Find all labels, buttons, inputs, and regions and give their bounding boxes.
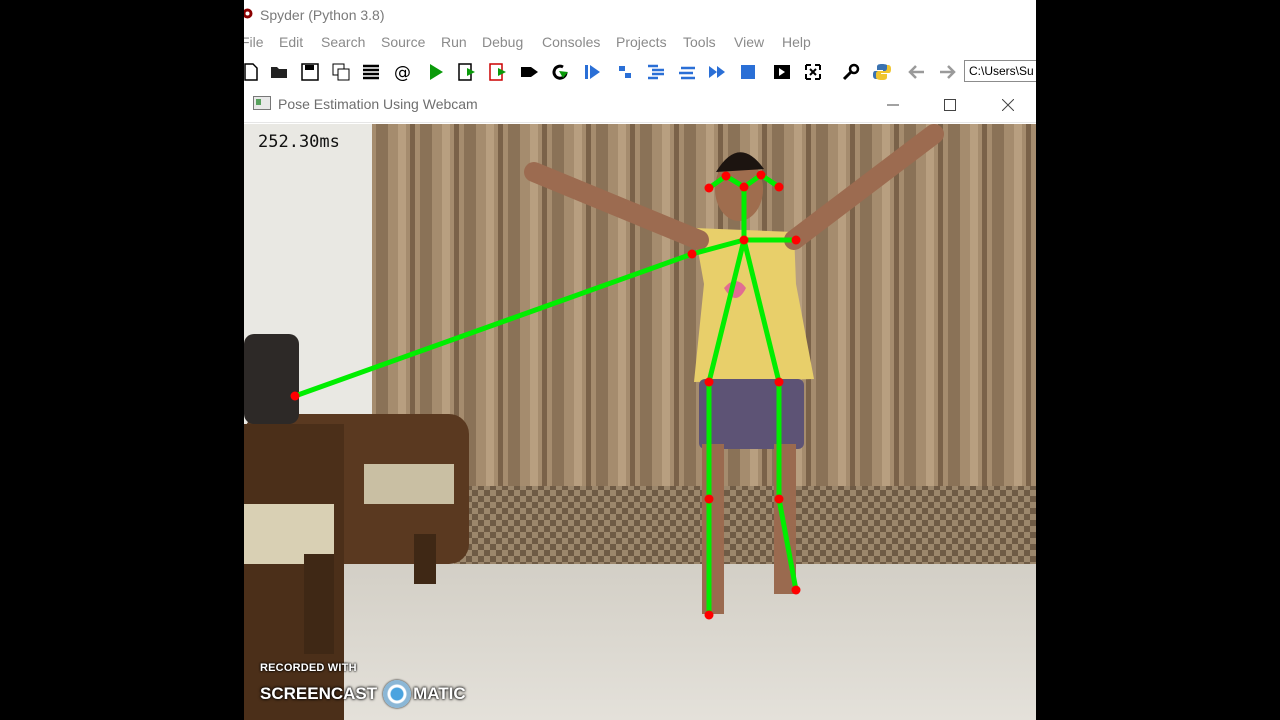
forward-arrow-icon[interactable] <box>936 61 958 83</box>
maximize-pane-icon[interactable] <box>771 61 793 83</box>
menu-bar: File Edit Search Source Run Debug Consol… <box>244 30 1036 54</box>
menu-tools[interactable]: Tools <box>683 34 716 50</box>
menu-debug[interactable]: Debug <box>482 34 523 50</box>
close-button[interactable] <box>986 92 1030 118</box>
close-icon <box>1002 99 1014 111</box>
pose-window-title-bar: Pose Estimation Using Webcam <box>244 88 1036 123</box>
step-into-icon[interactable] <box>645 61 667 83</box>
window-app-icon <box>253 96 271 110</box>
run-selection-icon[interactable] <box>518 61 540 83</box>
menu-run[interactable]: Run <box>441 34 467 50</box>
watermark-recorded-with: RECORDED WITH <box>260 662 357 674</box>
maximize-button[interactable] <box>928 92 972 118</box>
menu-search[interactable]: Search <box>321 34 365 50</box>
rerun-icon[interactable] <box>549 61 571 83</box>
outline-icon[interactable] <box>360 61 382 83</box>
maximize-icon <box>944 99 956 111</box>
run-cell-icon[interactable] <box>456 61 478 83</box>
menu-file[interactable]: File <box>244 34 264 50</box>
step-return-icon[interactable] <box>676 61 698 83</box>
spyder-logo-icon <box>244 8 253 19</box>
menu-consoles[interactable]: Consoles <box>542 34 600 50</box>
at-icon[interactable]: @ <box>391 61 413 83</box>
fullscreen-icon[interactable] <box>802 61 824 83</box>
menu-edit[interactable]: Edit <box>279 34 303 50</box>
toolbar: @ C:\Users\Su <box>244 56 1036 88</box>
screen: Spyder (Python 3.8) File Edit Search Sou… <box>244 0 1036 720</box>
stop-icon[interactable] <box>737 61 759 83</box>
spyder-title-bar: Spyder (Python 3.8) <box>244 0 1036 30</box>
save-all-icon[interactable] <box>330 61 352 83</box>
run-icon[interactable] <box>425 61 447 83</box>
back-arrow-icon[interactable] <box>906 61 928 83</box>
open-folder-icon[interactable] <box>268 61 290 83</box>
webcam-scene <box>244 124 1036 720</box>
run-cell-advance-icon[interactable] <box>487 61 509 83</box>
watermark-brand-left: SCREENCAST <box>260 684 378 703</box>
continue-icon[interactable] <box>706 61 728 83</box>
svg-text:@: @ <box>394 63 411 82</box>
inference-time-label: 252.30ms <box>258 132 340 152</box>
screencast-logo-icon <box>383 680 412 708</box>
menu-view[interactable]: View <box>734 34 764 50</box>
wrench-icon[interactable] <box>840 61 862 83</box>
app-title: Spyder (Python 3.8) <box>260 7 385 23</box>
minimize-button[interactable] <box>871 92 915 118</box>
debug-icon[interactable] <box>581 61 603 83</box>
step-icon[interactable] <box>614 61 636 83</box>
window-title: Pose Estimation Using Webcam <box>278 96 478 112</box>
save-icon[interactable] <box>299 61 321 83</box>
watermark-brand-right: MATIC <box>413 684 466 703</box>
menu-source[interactable]: Source <box>381 34 425 50</box>
new-file-icon[interactable] <box>244 61 262 83</box>
python-icon[interactable] <box>871 61 893 83</box>
menu-help[interactable]: Help <box>782 34 811 50</box>
working-directory-field[interactable]: C:\Users\Su <box>964 60 1036 82</box>
screencast-matic-watermark: SCREENCAST MATIC <box>260 680 466 708</box>
webcam-frame: 252.30ms RECORDED WITH SCREENCAST MATIC <box>244 124 1036 720</box>
menu-projects[interactable]: Projects <box>616 34 667 50</box>
minimize-icon <box>887 104 899 106</box>
